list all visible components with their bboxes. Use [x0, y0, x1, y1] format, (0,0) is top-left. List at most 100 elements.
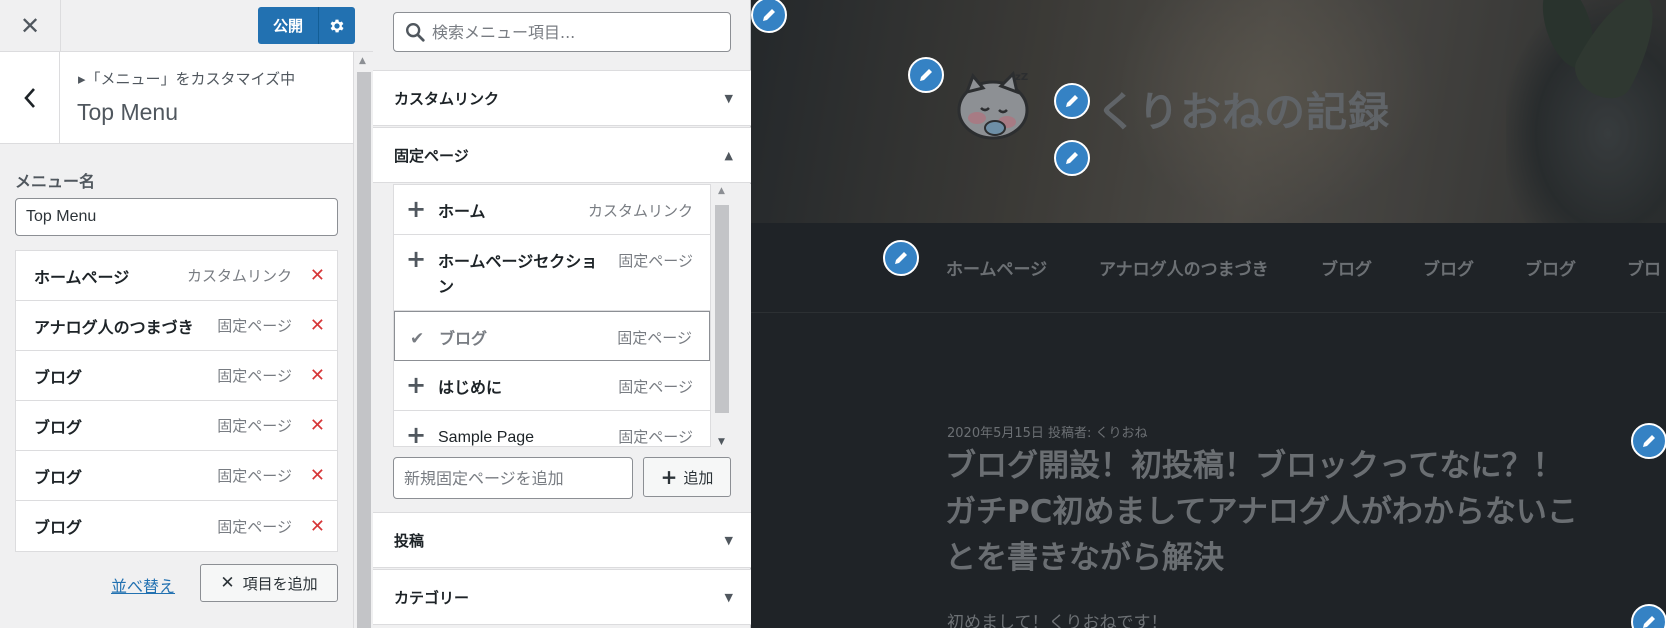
menu-item-type: 固定ページ: [217, 517, 292, 536]
publish-button[interactable]: 公開: [258, 7, 318, 44]
scrollbar-thumb[interactable]: [715, 205, 729, 413]
post-excerpt: 初めまして！くりおねです！: [947, 613, 1168, 628]
edit-shortcut-pencil-icon[interactable]: [908, 57, 944, 93]
chevron-up-icon: ▲: [724, 148, 733, 162]
page-item-title: ブログ: [439, 329, 488, 348]
accordion-title: カスタムリンク: [394, 89, 500, 108]
page-item-title: はじめに: [438, 378, 503, 397]
plus-icon: +: [406, 421, 427, 447]
publish-group: 公開: [258, 7, 355, 44]
scrollbar-thumb[interactable]: [357, 72, 371, 628]
edit-shortcut-pencil-icon[interactable]: [1631, 604, 1666, 628]
list-item[interactable]: + ホームページセクション 固定ページ: [394, 235, 710, 311]
section-header: ▸「メニュー」をカスタマイズ中 Top Menu: [0, 52, 353, 144]
list-item[interactable]: ✔ ブログ 固定ページ: [394, 311, 710, 361]
reorder-link[interactable]: 並べ替え: [111, 573, 175, 597]
chevron-down-icon: ▼: [724, 590, 733, 604]
edit-shortcut-pencil-icon[interactable]: [1054, 140, 1090, 176]
menu-item[interactable]: アナログ人のつまづき 固定ページ ✕: [16, 301, 337, 351]
customizer-header: ✕ 公開: [0, 0, 373, 52]
plus-icon: +: [406, 371, 427, 399]
close-icon: ✕: [220, 573, 235, 593]
nav-item[interactable]: ブロ: [1627, 255, 1661, 280]
accordion-title: 固定ページ: [394, 146, 469, 165]
list-item[interactable]: + Sample Page 固定ページ: [394, 411, 710, 447]
nav-item[interactable]: ブログ: [1423, 255, 1474, 280]
page-item-type: 固定ページ: [618, 252, 693, 270]
remove-icon[interactable]: ✕: [310, 415, 325, 436]
page-item-type: 固定ページ: [618, 378, 693, 396]
edit-shortcut-pencil-icon[interactable]: [883, 240, 919, 276]
site-title[interactable]: くりおねの記録: [1096, 78, 1390, 138]
pages-list: + ホーム カスタムリンク + ホームページセクション 固定ページ ✔ ブログ …: [393, 184, 711, 447]
menu-item-title: ブログ: [34, 417, 83, 437]
menu-item-title: ブログ: [34, 518, 83, 537]
edit-shortcut-pencil-icon[interactable]: [1631, 423, 1666, 459]
chevron-down-icon: ▼: [724, 91, 733, 105]
header-image: zZ くりおねの記録: [751, 0, 1666, 223]
pages-scrollbar[interactable]: ▲ ▼: [713, 184, 731, 447]
close-icon[interactable]: ✕: [0, 0, 61, 52]
menu-item[interactable]: ブログ 固定ページ ✕: [16, 501, 337, 551]
list-item[interactable]: + ホーム カスタムリンク: [394, 185, 710, 235]
remove-icon[interactable]: ✕: [310, 516, 325, 537]
scroll-down-icon[interactable]: ▼: [718, 437, 725, 447]
accordion-posts[interactable]: 投稿 ▼: [373, 512, 751, 568]
scroll-up-icon[interactable]: ▲: [718, 186, 725, 196]
nav-item[interactable]: ブログ: [1321, 255, 1372, 280]
accordion-pages[interactable]: 固定ページ ▲: [373, 127, 751, 183]
edit-shortcut-pencil-icon[interactable]: [1054, 83, 1090, 119]
remove-icon[interactable]: ✕: [310, 365, 325, 386]
add-page-label: 追加: [683, 468, 714, 487]
page-item-title: Sample Page: [438, 429, 535, 446]
chevron-down-icon: ▼: [724, 533, 733, 547]
plus-icon: +: [660, 465, 678, 489]
site-logo: zZ: [957, 71, 1029, 140]
plus-icon: +: [406, 245, 427, 273]
menu-name-input[interactable]: [15, 198, 338, 236]
customizer-sidebar: ✕ 公開 ▸「メニュー」をカスタマイズ中 Top Menu メニュー名 ホームペ…: [0, 0, 373, 628]
menu-item-type: カスタムリンク: [186, 267, 292, 285]
menu-item[interactable]: ブログ 固定ページ ✕: [16, 401, 337, 451]
gear-icon[interactable]: [318, 7, 355, 44]
remove-icon[interactable]: ✕: [310, 465, 325, 486]
section-title: Top Menu: [77, 99, 179, 125]
plus-icon: +: [406, 195, 427, 223]
remove-icon[interactable]: ✕: [310, 315, 325, 336]
breadcrumb: ▸「メニュー」をカスタマイズ中: [78, 70, 296, 88]
page-item-type: カスタムリンク: [587, 202, 693, 220]
list-item[interactable]: + はじめに 固定ページ: [394, 361, 710, 411]
scroll-up-icon[interactable]: ▲: [359, 56, 366, 66]
menu-item[interactable]: ホームページ カスタムリンク ✕: [16, 251, 337, 301]
available-menu-items-panel: カスタムリンク ▼ 固定ページ ▲ + ホーム カスタムリンク + ホームページ…: [373, 0, 751, 628]
menu-item-title: ブログ: [34, 467, 83, 487]
nav-item[interactable]: ホームページ: [946, 255, 1047, 280]
menu-item-type: 固定ページ: [217, 317, 292, 335]
page-item-type: 固定ページ: [618, 428, 693, 446]
menu-items-list: ホームページ カスタムリンク ✕ アナログ人のつまづき 固定ページ ✕ ブログ …: [15, 250, 338, 552]
menu-item[interactable]: ブログ 固定ページ ✕: [16, 351, 337, 401]
add-items-button[interactable]: ✕ 項目を追加: [200, 564, 338, 602]
svg-text:zZ: zZ: [1015, 72, 1028, 83]
nav-item[interactable]: アナログ人のつまづき: [1099, 255, 1269, 280]
accordion-custom-link[interactable]: カスタムリンク ▼: [373, 70, 751, 126]
site-preview: zZ くりおねの記録 ホームページ アナログ人のつまづき ブログ ブログ ブログ…: [751, 0, 1666, 628]
nav-item[interactable]: ブログ: [1525, 255, 1576, 280]
sidebar-scrollbar[interactable]: ▲: [353, 52, 373, 628]
post-title[interactable]: ブログ開設！初投稿！ブロックってなに？！ガチPC初めましてアナログ人がわからない…: [945, 443, 1585, 581]
menu-item[interactable]: ブログ 固定ページ ✕: [16, 451, 337, 501]
search-input[interactable]: [432, 13, 722, 51]
accordion-title: 投稿: [394, 531, 425, 550]
remove-icon[interactable]: ✕: [310, 265, 325, 286]
accordion-categories[interactable]: カテゴリー ▼: [373, 569, 751, 625]
new-page-input[interactable]: [393, 457, 633, 499]
search-icon: [406, 23, 425, 42]
add-page-button[interactable]: + 追加: [643, 457, 731, 497]
menu-item-title: アナログ人のつまづき: [34, 317, 194, 337]
back-arrow-icon[interactable]: [0, 52, 60, 144]
checkmark-icon: ✔: [410, 329, 425, 349]
accordion-title: カテゴリー: [394, 588, 470, 607]
page-item-type: 固定ページ: [617, 329, 692, 347]
search-box: [393, 12, 731, 52]
menu-item-title: ホームページ: [34, 267, 130, 287]
